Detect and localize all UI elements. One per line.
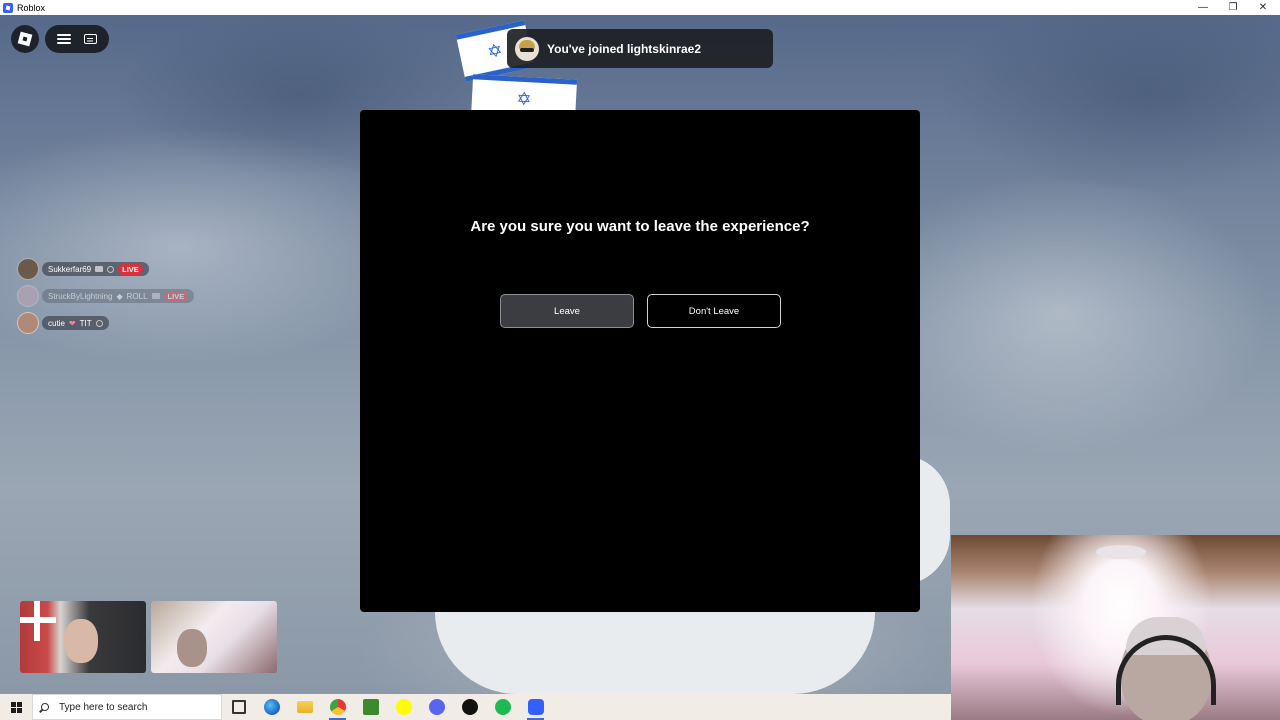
spotify-icon[interactable] [486, 694, 519, 720]
windows-taskbar: Type here to search [0, 694, 951, 720]
player-tag: ROLL [126, 291, 148, 301]
roblox-app-icon [3, 2, 13, 13]
taskbar-search-input[interactable]: Type here to search [32, 694, 222, 720]
windows-logo-icon [10, 701, 22, 713]
player-name-pill: cutie ❤ TIT [42, 316, 109, 330]
flag-cross [20, 617, 56, 623]
player-tag: TIT [79, 318, 92, 328]
webcam-overlay [951, 535, 1280, 720]
snapchat-icon[interactable] [387, 694, 420, 720]
roblox-menu-button[interactable] [11, 25, 39, 53]
search-placeholder: Type here to search [59, 701, 148, 713]
roblox-logo-icon [17, 31, 33, 47]
platform-shape [435, 612, 875, 694]
window-title-bar: Roblox — ❐ ✕ [0, 0, 1280, 15]
ceiling-lamp [1096, 545, 1146, 559]
list-item[interactable]: cutie ❤ TIT [17, 312, 109, 334]
leave-button[interactable]: Leave [500, 294, 634, 328]
join-notification-text: You've joined lightskinrae2 [547, 41, 702, 56]
window-title: Roblox [17, 2, 46, 13]
task-view-icon[interactable] [222, 694, 255, 720]
dialog-question: Are you sure you want to leave the exper… [470, 218, 810, 235]
restore-icon[interactable]: ❐ [1218, 0, 1248, 15]
minimize-icon[interactable]: — [1188, 0, 1218, 15]
roblox-studio-icon[interactable] [453, 694, 486, 720]
person-face [64, 619, 98, 663]
list-item[interactable]: StruckByLightning ◆ ROLL LIVE [17, 285, 195, 307]
player-name-pill: StruckByLightning ◆ ROLL LIVE [42, 289, 195, 303]
avatar [17, 312, 39, 334]
live-badge: LIVE [118, 263, 143, 275]
player-name-pill: Sukkerfar69 LIVE [42, 262, 149, 276]
list-item[interactable]: Sukkerfar69 LIVE [17, 258, 149, 280]
edge-icon[interactable] [255, 694, 288, 720]
start-button[interactable] [0, 694, 32, 720]
dont-leave-button[interactable]: Don't Leave [647, 294, 781, 328]
avatar [17, 258, 39, 280]
player-name: cutie [48, 318, 65, 328]
eye-icon [107, 265, 115, 273]
hamburger-menu-icon[interactable] [57, 34, 72, 44]
diamond-icon: ◆ [116, 291, 123, 301]
video-thumbnail[interactable] [151, 601, 277, 673]
file-explorer-icon[interactable] [288, 694, 321, 720]
camera-icon [151, 293, 160, 299]
player-name: Sukkerfar69 [48, 264, 92, 274]
leave-dialog: Are you sure you want to leave the exper… [360, 110, 920, 612]
chat-icon[interactable] [83, 34, 97, 44]
heart-icon: ❤ [68, 318, 76, 328]
search-icon [41, 703, 49, 711]
player-name: StruckByLightning [48, 291, 113, 301]
roblox-icon[interactable] [519, 694, 552, 720]
video-thumbnail[interactable] [20, 601, 146, 673]
eye-icon [95, 319, 103, 327]
close-icon[interactable]: ✕ [1248, 0, 1278, 15]
join-notification: You've joined lightskinrae2 [507, 29, 773, 68]
camera-icon [95, 266, 104, 272]
avatar [17, 285, 39, 307]
minecraft-icon[interactable] [354, 694, 387, 720]
avatar [515, 36, 539, 61]
discord-icon[interactable] [420, 694, 453, 720]
live-badge: LIVE [163, 290, 189, 302]
person-face [177, 629, 207, 667]
chrome-icon[interactable] [321, 694, 354, 720]
topbar-pill [45, 25, 109, 53]
